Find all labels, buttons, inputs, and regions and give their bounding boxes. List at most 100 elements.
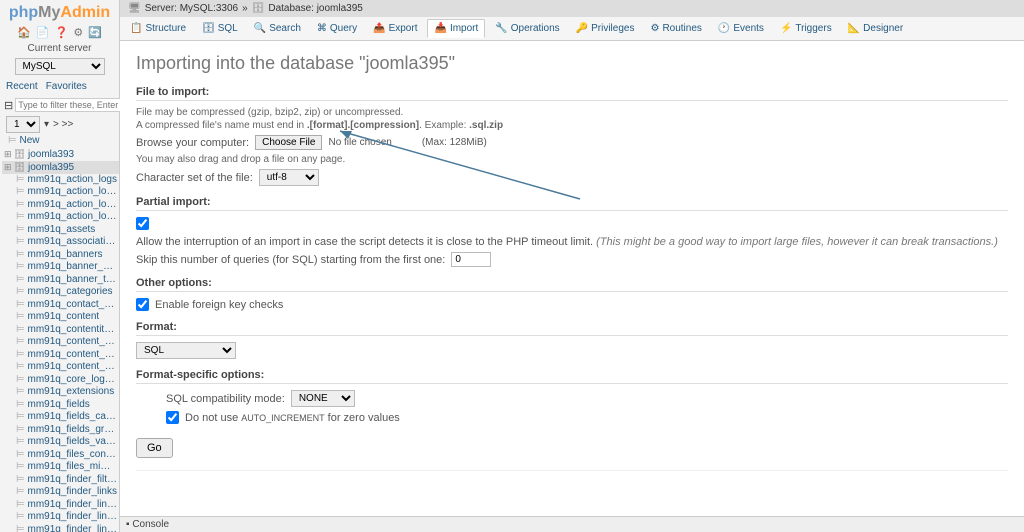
tree-table-item[interactable]: mm91q_fields_groups bbox=[2, 424, 119, 437]
tree-db-item[interactable]: joomla393 bbox=[2, 148, 119, 161]
tab-recent[interactable]: Recent bbox=[6, 81, 38, 92]
tree-table-item[interactable]: mm91q_files_mimetypes bbox=[2, 461, 119, 474]
section-other: Other options: bbox=[136, 277, 1008, 292]
logout-icon[interactable]: 📄 bbox=[36, 27, 50, 39]
tab-favorites[interactable]: Favorites bbox=[46, 81, 87, 92]
logo[interactable]: phpMyAdmin bbox=[0, 0, 119, 24]
section-format: Format: bbox=[136, 321, 1008, 336]
hint-format: A compressed file's name must end in .[f… bbox=[136, 120, 1008, 131]
fk-checks-checkbox[interactable] bbox=[136, 298, 149, 311]
tree-table-item[interactable]: mm91q_banner_tracks bbox=[2, 274, 119, 287]
tree-table-item[interactable]: mm91q_banner_clients bbox=[2, 261, 119, 274]
tree-table-item[interactable]: mm91q_files_containers bbox=[2, 449, 119, 462]
section-file: File to import: bbox=[136, 86, 1008, 101]
nav-routines[interactable]: ⚙Routines bbox=[644, 19, 707, 38]
tree-table-item[interactable]: mm91q_action_log_config bbox=[2, 211, 119, 224]
page-next[interactable]: > >> bbox=[53, 119, 73, 130]
nav-structure[interactable]: 📋Structure bbox=[124, 19, 192, 38]
events-icon: 🕐 bbox=[718, 23, 730, 34]
tree-new[interactable]: New bbox=[2, 135, 119, 148]
export-icon: 📤 bbox=[373, 23, 385, 34]
routines-icon: ⚙ bbox=[650, 23, 659, 34]
docs-icon[interactable]: ❓ bbox=[55, 27, 69, 39]
nav-export[interactable]: 📤Export bbox=[367, 19, 423, 38]
fk-label: Enable foreign key checks bbox=[155, 299, 283, 311]
main: 🖥 Server: MySQL:3306 » 🗄 Database: jooml… bbox=[120, 0, 1024, 532]
server-icon: 🖥 bbox=[128, 3, 141, 14]
tree-table-item[interactable]: mm91q_contentitem_tag_map bbox=[2, 324, 119, 337]
structure-icon: 📋 bbox=[130, 23, 142, 34]
console-bar[interactable]: ▪ Console bbox=[120, 516, 1024, 532]
reload-icon[interactable]: 🔄 bbox=[88, 27, 102, 39]
nav-query[interactable]: ⌘Query bbox=[311, 19, 363, 38]
tree-table-item[interactable]: mm91q_finder_links_terms bbox=[2, 499, 119, 512]
go-button[interactable]: Go bbox=[136, 438, 173, 458]
nav-import[interactable]: 📥Import bbox=[427, 19, 485, 38]
search-icon: 🔍 bbox=[254, 23, 266, 34]
choose-file-button[interactable]: Choose File bbox=[255, 135, 322, 150]
sql-icon: 🗄 bbox=[202, 23, 215, 34]
designer-icon: 📐 bbox=[848, 23, 860, 34]
tree-table-item[interactable]: mm91q_finder_links_terms bbox=[2, 524, 119, 532]
tree-table-item[interactable]: mm91q_extensions bbox=[2, 386, 119, 399]
operations-icon: 🔧 bbox=[495, 23, 507, 34]
tree-table-item[interactable]: mm91q_content_frontpage bbox=[2, 336, 119, 349]
section-partial: Partial import: bbox=[136, 196, 1008, 211]
import-icon: 📥 bbox=[434, 23, 446, 34]
tree-table-item[interactable]: mm91q_associations bbox=[2, 236, 119, 249]
nav-privileges[interactable]: 🔑Privileges bbox=[570, 19, 641, 38]
db-tree: New joomla393 joomla395 mm91q_action_log… bbox=[0, 135, 119, 532]
settings-icon[interactable]: ⚙ bbox=[73, 27, 83, 39]
tree-table-item[interactable]: mm91q_fields bbox=[2, 399, 119, 412]
format-select[interactable]: SQL bbox=[136, 342, 236, 359]
tree-table-item[interactable]: mm91q_assets bbox=[2, 224, 119, 237]
page-title: Importing into the database "joomla395" bbox=[136, 53, 1008, 74]
tree-table-item[interactable]: mm91q_finder_links_terms bbox=[2, 511, 119, 524]
nav-search[interactable]: 🔍Search bbox=[248, 19, 307, 38]
tree-table-item[interactable]: mm91q_action_logs_users bbox=[2, 199, 119, 212]
nav-triggers[interactable]: ⚡Triggers bbox=[774, 19, 838, 38]
tree-table-item[interactable]: mm91q_fields_categories bbox=[2, 411, 119, 424]
charset-select[interactable]: utf-8 bbox=[259, 169, 319, 186]
tree-table-item[interactable]: mm91q_content_rating bbox=[2, 349, 119, 362]
breadcrumb: 🖥 Server: MySQL:3306 » 🗄 Database: jooml… bbox=[120, 0, 1024, 17]
nav-sql[interactable]: 🗄SQL bbox=[196, 19, 244, 38]
database-icon: 🗄 bbox=[252, 3, 265, 14]
nav-designer[interactable]: 📐Designer bbox=[842, 19, 909, 38]
tree-table-item[interactable]: mm91q_finder_filters bbox=[2, 474, 119, 487]
compat-select[interactable]: NONE bbox=[291, 390, 355, 407]
browse-label: Browse your computer: bbox=[136, 137, 249, 149]
sidebar-local-tabs: Recent Favorites bbox=[0, 77, 119, 96]
nav-operations[interactable]: 🔧Operations bbox=[489, 19, 565, 38]
tree-pager: 1 ▾ > >> bbox=[0, 114, 119, 135]
hint-compressed: File may be compressed (gzip, bzip2, zip… bbox=[136, 107, 1008, 118]
tree-table-item[interactable]: mm91q_content bbox=[2, 311, 119, 324]
tree-table-item[interactable]: mm91q_categories bbox=[2, 286, 119, 299]
tree-table-item[interactable]: mm91q_contact_details bbox=[2, 299, 119, 312]
sidebar: phpMyAdmin 🏠 📄 ❓ ⚙ 🔄 Current server MySQ… bbox=[0, 0, 120, 532]
tree-table-item[interactable]: mm91q_fields_values bbox=[2, 436, 119, 449]
home-icon[interactable]: 🏠 bbox=[17, 27, 31, 39]
tree-db-item[interactable]: joomla395 bbox=[2, 161, 119, 174]
nav-events[interactable]: 🕐Events bbox=[712, 19, 770, 38]
skip-label: Skip this number of queries (for SQL) st… bbox=[136, 254, 445, 266]
no-file-text: No file chosen bbox=[328, 137, 391, 148]
tree-table-item[interactable]: mm91q_finder_links bbox=[2, 486, 119, 499]
breadcrumb-db[interactable]: Database: joomla395 bbox=[268, 3, 363, 14]
tree-table-item[interactable]: mm91q_action_logs bbox=[2, 174, 119, 187]
no-autoincrement-checkbox[interactable] bbox=[166, 411, 179, 424]
breadcrumb-server[interactable]: Server: MySQL:3306 bbox=[145, 3, 238, 14]
tree-table-item[interactable]: mm91q_core_log_searches bbox=[2, 374, 119, 387]
privileges-icon: 🔑 bbox=[576, 23, 588, 34]
allow-interrupt-checkbox[interactable] bbox=[136, 217, 149, 230]
collapse-icon[interactable]: ⊟ bbox=[4, 99, 13, 112]
drag-hint: You may also drag and drop a file on any… bbox=[136, 154, 1008, 165]
tree-table-item[interactable]: mm91q_action_logs_extensions bbox=[2, 186, 119, 199]
top-nav: 📋Structure🗄SQL🔍Search⌘Query📤Export📥Impor… bbox=[120, 17, 1024, 41]
server-select[interactable]: MySQL bbox=[15, 58, 105, 75]
page-select[interactable]: 1 bbox=[6, 116, 40, 133]
tree-table-item[interactable]: mm91q_content_types bbox=[2, 361, 119, 374]
sidebar-toolbar: 🏠 📄 ❓ ⚙ 🔄 bbox=[0, 24, 119, 41]
tree-table-item[interactable]: mm91q_banners bbox=[2, 249, 119, 262]
skip-queries-input[interactable] bbox=[451, 252, 491, 267]
